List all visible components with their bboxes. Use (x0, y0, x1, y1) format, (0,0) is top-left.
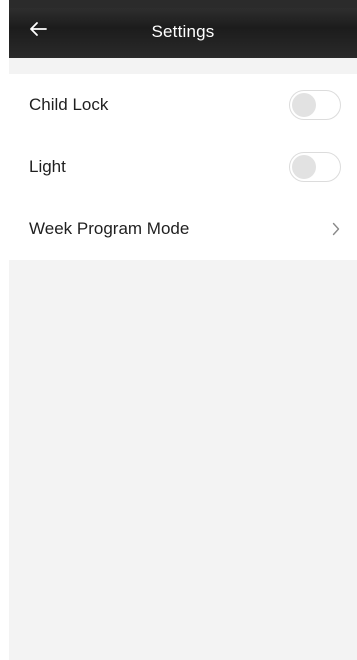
settings-screen: Settings Child Lock Light Week Program M… (0, 0, 357, 660)
chevron-right-icon (329, 219, 343, 239)
empty-content-area (9, 260, 357, 660)
header-bar: Settings (9, 0, 357, 58)
settings-row-light: Light (9, 136, 357, 198)
page-title: Settings (151, 22, 215, 41)
light-label: Light (29, 157, 66, 176)
settings-row-child-lock: Child Lock (9, 74, 357, 136)
settings-list: Child Lock Light Week Program Mode (9, 74, 357, 260)
header-spacer (9, 58, 357, 74)
light-toggle[interactable] (289, 152, 341, 182)
toggle-knob (292, 93, 316, 117)
child-lock-toggle[interactable] (289, 90, 341, 120)
child-lock-label: Child Lock (29, 95, 109, 114)
settings-row-week-program-mode[interactable]: Week Program Mode (9, 198, 357, 260)
toggle-knob (292, 155, 316, 179)
week-program-mode-label: Week Program Mode (29, 219, 190, 238)
